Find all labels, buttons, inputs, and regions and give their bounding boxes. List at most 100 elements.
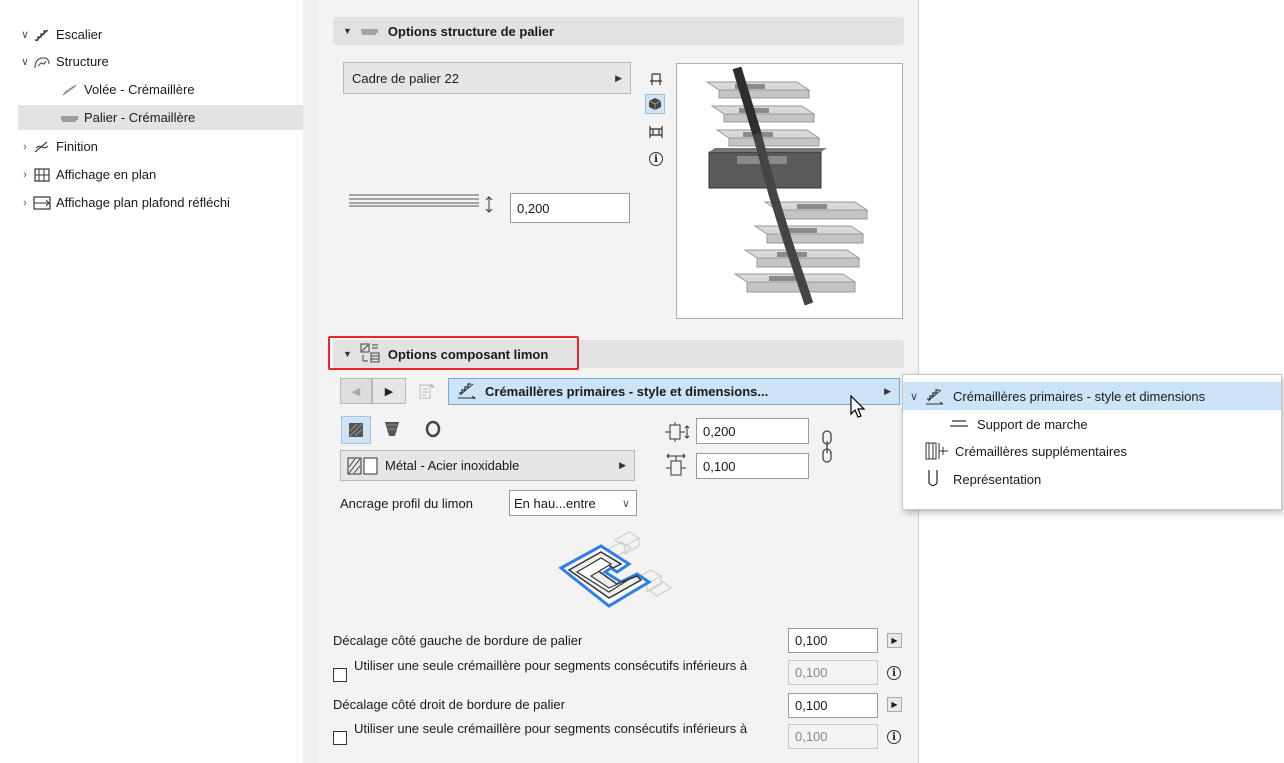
popup-item-label: Crémaillères primaires - style et dimens… bbox=[953, 388, 1206, 404]
arrow-right-icon: ▶ bbox=[884, 386, 891, 396]
stringer-height-icon bbox=[664, 453, 690, 479]
single-stringer-label-2: Utiliser une seule crémaillère pour segm… bbox=[354, 721, 748, 736]
landing-frame-select[interactable]: Cadre de palier 22 ▶ bbox=[343, 62, 631, 94]
tree-item-palier[interactable]: Palier - Crémaillère bbox=[18, 105, 303, 130]
prev-page-button[interactable]: ◀ bbox=[340, 378, 372, 404]
left-offset-arrow-button[interactable]: ▶ bbox=[887, 633, 902, 648]
single-stringer-checkbox-2[interactable] bbox=[333, 731, 347, 745]
tree-item-structure[interactable]: ∨ Structure bbox=[18, 49, 109, 74]
stringer-width-icon bbox=[664, 421, 690, 443]
tree-item-finition[interactable]: › Finition bbox=[18, 134, 98, 159]
info-icon[interactable]: i bbox=[887, 730, 901, 744]
rcp-icon bbox=[32, 195, 52, 211]
chevron-right-icon[interactable]: › bbox=[18, 169, 32, 181]
single-stringer-input-2: 0,100 bbox=[788, 724, 878, 749]
chevron-right-icon[interactable]: › bbox=[18, 141, 32, 153]
section-view-icon[interactable] bbox=[648, 124, 666, 142]
popup-item-representation[interactable]: Représentation bbox=[903, 465, 1281, 493]
arrow-right-icon: ▶ bbox=[619, 460, 626, 470]
stair-3d-preview bbox=[676, 63, 903, 319]
collapse-triangle-icon[interactable]: ▼ bbox=[343, 26, 352, 36]
profile-rectangle-button[interactable] bbox=[341, 416, 371, 444]
tree-item-label: Escalier bbox=[56, 27, 103, 42]
popup-item-label: Crémaillères supplémentaires bbox=[955, 443, 1127, 459]
finish-icon bbox=[32, 139, 52, 155]
tree-item-label: Volée - Crémaillère bbox=[84, 82, 195, 97]
material-select[interactable]: Métal - Acier inoxidable ▶ bbox=[340, 450, 635, 481]
stringer-height-input[interactable]: 0,100 bbox=[696, 453, 809, 479]
popup-item-primary-stringers[interactable]: ∨ Crémaillères primaires - style et dime… bbox=[903, 382, 1281, 410]
popup-item-label: Représentation bbox=[953, 471, 1042, 487]
profile-trapezoid-button[interactable] bbox=[384, 420, 404, 440]
tree-item-escalier[interactable]: ∨ Escalier bbox=[18, 22, 102, 47]
page-nav-popup-menu: ∨ Crémaillères primaires - style et dime… bbox=[902, 374, 1282, 510]
panel-splitter[interactable] bbox=[303, 0, 319, 763]
chevron-down-icon[interactable]: ∨ bbox=[18, 55, 32, 68]
single-stringer-label-1: Utiliser une seule crémaillère pour segm… bbox=[354, 658, 748, 673]
material-icon bbox=[347, 456, 379, 476]
arrow-right-icon: ▶ bbox=[384, 385, 394, 398]
chevron-right-icon[interactable]: › bbox=[18, 197, 32, 209]
landing-stringer-icon bbox=[60, 113, 80, 123]
anchor-label: Ancrage profil du limon bbox=[340, 496, 473, 511]
single-stringer-value-1: 0,100 bbox=[795, 665, 828, 680]
info-icon[interactable]: i bbox=[649, 152, 663, 166]
landing-thickness-value: 0,200 bbox=[517, 200, 550, 216]
info-icon[interactable]: i bbox=[887, 666, 901, 680]
popup-item-tread-support[interactable]: Support de marche bbox=[903, 410, 1281, 438]
mouse-cursor-icon bbox=[849, 394, 869, 422]
section-title: Options structure de palier bbox=[387, 23, 555, 39]
anchor-select[interactable]: En hau...entre ∨ bbox=[509, 490, 637, 516]
link-chain-icon[interactable] bbox=[820, 429, 834, 465]
stringer-width-value: 0,200 bbox=[703, 423, 736, 439]
primary-stringer-icon bbox=[457, 381, 477, 402]
tree-item-label: Affichage en plan bbox=[56, 167, 157, 182]
stringer-height-value: 0,100 bbox=[703, 458, 736, 474]
popup-item-additional-stringers[interactable]: Crémaillères supplémentaires bbox=[903, 437, 1281, 465]
stair-icon bbox=[32, 28, 52, 42]
flight-stringer-icon bbox=[60, 82, 80, 98]
tree-item-label: Finition bbox=[56, 139, 98, 154]
profile-custom-button[interactable] bbox=[425, 420, 445, 440]
right-offset-label: Décalage côté droit de bordure de palier bbox=[333, 697, 565, 712]
tree-item-label: Structure bbox=[56, 54, 109, 69]
single-stringer-input-1: 0,100 bbox=[788, 660, 878, 685]
3d-view-icon[interactable] bbox=[645, 94, 665, 114]
landing-header-icon bbox=[360, 24, 380, 39]
arrow-right-icon: ▶ bbox=[615, 72, 622, 83]
tree-item-label: Affichage plan plafond réfléchi bbox=[56, 195, 230, 210]
chevron-down-icon: ∨ bbox=[621, 497, 630, 510]
tree-item-affichage-plan[interactable]: › Affichage en plan bbox=[18, 162, 156, 187]
tread-support-icon bbox=[949, 418, 969, 430]
page-list-icon[interactable] bbox=[414, 380, 440, 402]
highlight-box bbox=[328, 336, 579, 370]
primary-stringer-icon bbox=[925, 387, 945, 405]
material-select-value: Métal - Acier inoxidable bbox=[385, 458, 520, 473]
right-offset-input[interactable]: 0,100 bbox=[788, 693, 878, 718]
section-header-landing[interactable]: ▼ Options structure de palier bbox=[333, 17, 904, 45]
landing-thickness-icon bbox=[349, 192, 497, 216]
tree-item-volee[interactable]: Volée - Crémaillère bbox=[60, 77, 195, 102]
anchor-select-value: En hau...entre bbox=[514, 495, 596, 511]
representation-icon bbox=[927, 469, 939, 489]
plan-view-icon[interactable] bbox=[648, 71, 666, 89]
floor-plan-icon bbox=[32, 167, 52, 183]
page-nav-dropdown[interactable]: Crémaillères primaires - style et dimens… bbox=[448, 378, 900, 405]
landing-frame-select-value: Cadre de palier 22 bbox=[352, 70, 459, 86]
single-stringer-checkbox-1[interactable] bbox=[333, 668, 347, 682]
landing-thickness-input[interactable]: 0,200 bbox=[510, 193, 630, 223]
next-page-button[interactable]: ▶ bbox=[372, 378, 406, 404]
structure-icon bbox=[32, 54, 52, 70]
single-stringer-value-2: 0,100 bbox=[795, 729, 828, 744]
additional-stringer-icon bbox=[925, 442, 949, 460]
arrow-left-icon: ◀ bbox=[351, 385, 361, 398]
arrow-right-icon: ▶ bbox=[891, 700, 898, 709]
stringer-width-input[interactable]: 0,200 bbox=[696, 418, 809, 444]
chevron-down-icon[interactable]: ∨ bbox=[18, 28, 32, 41]
left-offset-input[interactable]: 0,100 bbox=[788, 628, 878, 653]
left-offset-value: 0,100 bbox=[795, 633, 828, 648]
right-offset-value: 0,100 bbox=[795, 698, 828, 713]
tree-item-label: Palier - Crémaillère bbox=[84, 110, 196, 125]
tree-item-affichage-plafond[interactable]: › Affichage plan plafond réfléchi bbox=[18, 190, 230, 215]
right-offset-arrow-button[interactable]: ▶ bbox=[887, 697, 902, 712]
